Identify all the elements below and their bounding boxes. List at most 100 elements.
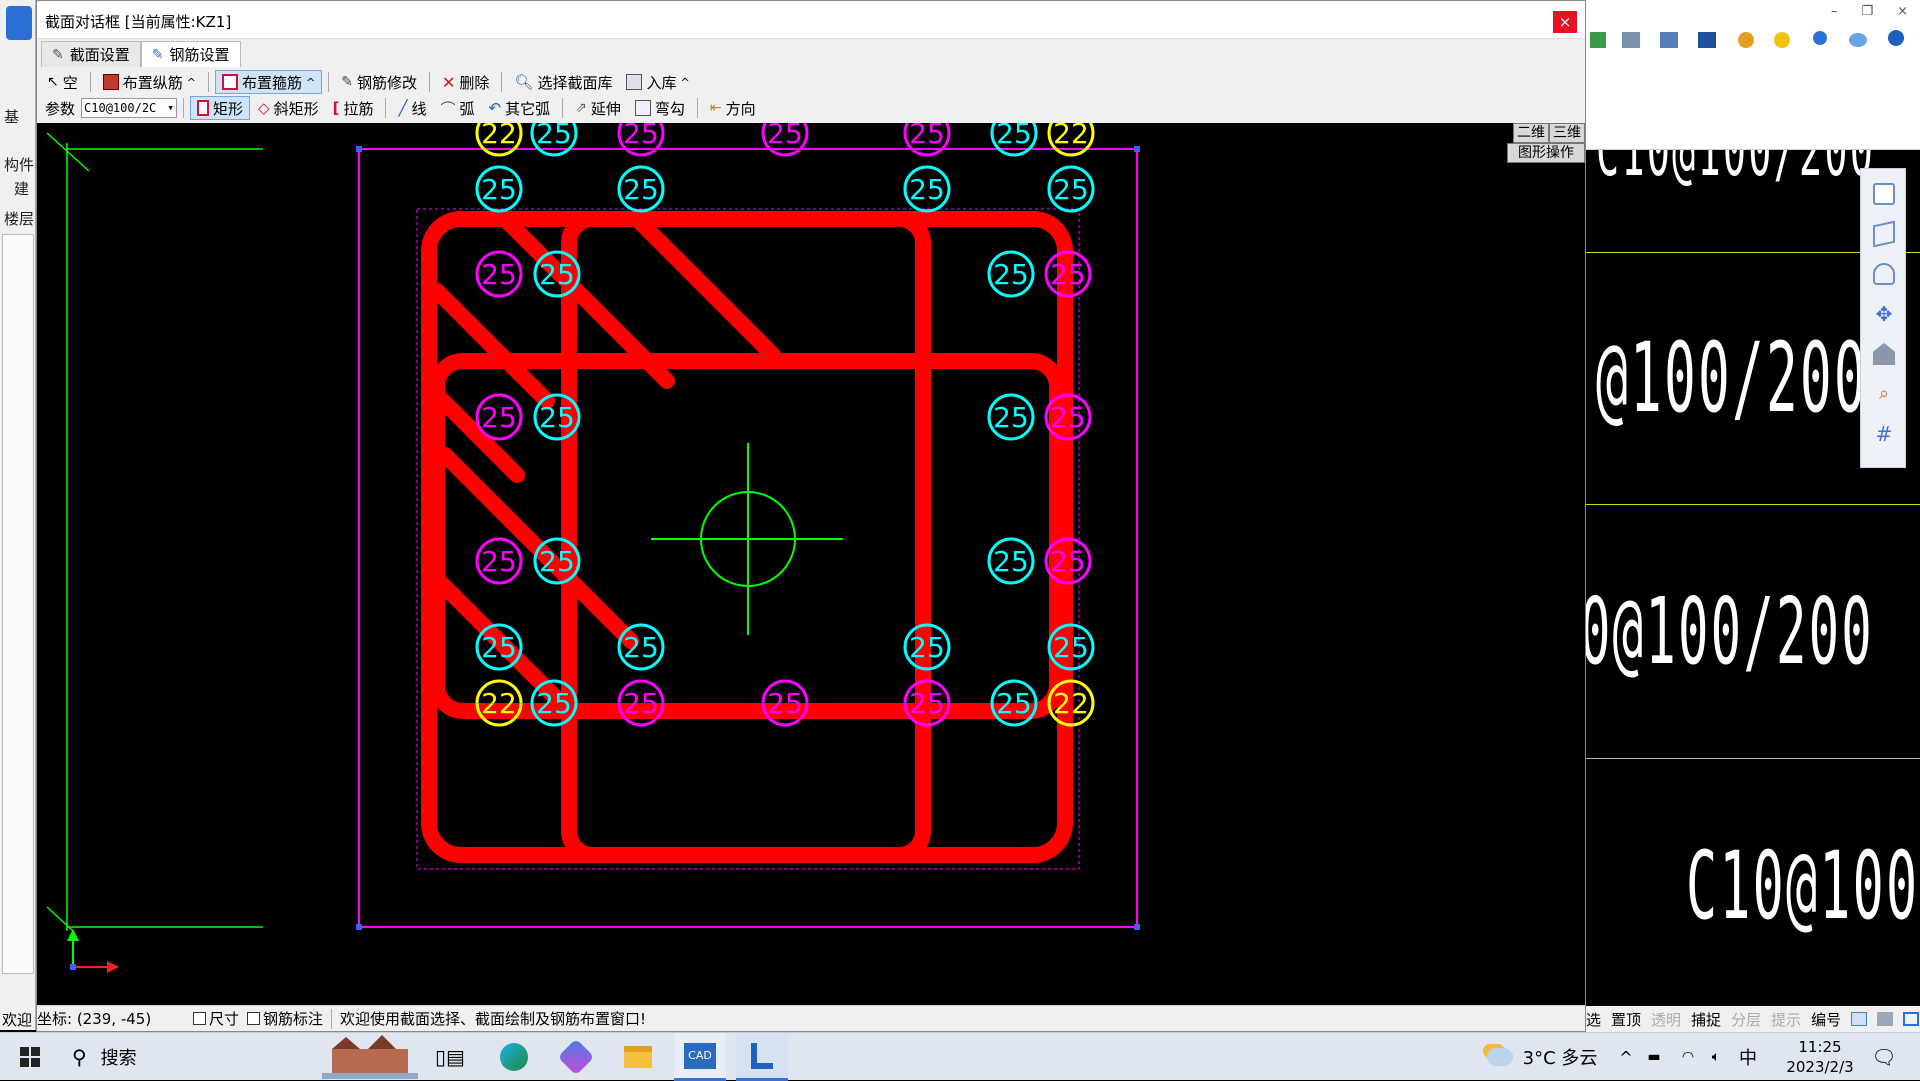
extend-button[interactable]: ⇗ 延伸: [569, 96, 627, 120]
diagonal-rect-button[interactable]: ◇ 斜矩形: [252, 96, 325, 120]
search-highlight-image[interactable]: [320, 1033, 420, 1081]
corner-bar[interactable]: 22: [475, 123, 523, 157]
tab-rebar-settings[interactable]: ✎ 钢筋设置: [140, 41, 241, 67]
line-button[interactable]: ╱ 线: [392, 96, 432, 120]
tab-section-settings[interactable]: ✎ 截面设置: [41, 41, 141, 67]
other-arc-button[interactable]: ↶ 其它弧: [483, 96, 557, 120]
arc-button[interactable]: ⌒ 弧: [435, 96, 481, 120]
rebar-app-icon[interactable]: [736, 1033, 788, 1081]
window-icon[interactable]: [1903, 1012, 1920, 1026]
side-bar[interactable]: 25: [617, 679, 665, 727]
store-library-button[interactable]: 入库 ^: [620, 70, 695, 94]
side-bar[interactable]: 25: [530, 123, 578, 157]
weather-icon[interactable]: [1480, 1033, 1520, 1081]
side-bar[interactable]: 25: [617, 623, 665, 671]
place-stirrup-button[interactable]: 布置箍筋 ^: [214, 70, 323, 94]
corner-bar[interactable]: 22: [1047, 123, 1095, 157]
corner-bar[interactable]: 22: [1047, 679, 1095, 727]
side-bar[interactable]: 25: [1047, 623, 1095, 671]
layer-icon[interactable]: [1873, 263, 1895, 285]
rebar-annotation-checkbox[interactable]: 钢筋标注: [247, 1008, 323, 1029]
status-number[interactable]: 编号: [1811, 1009, 1841, 1030]
battery-icon[interactable]: ▬: [1642, 1033, 1666, 1081]
zoom-icon[interactable]: ⌕: [1873, 383, 1895, 405]
3d-view-button[interactable]: 三维: [1549, 123, 1585, 143]
grid-icon[interactable]: #: [1873, 423, 1895, 445]
print-icon[interactable]: [1877, 1012, 1894, 1026]
wifi-icon[interactable]: ◠: [1676, 1033, 1700, 1081]
status-top[interactable]: 置顶: [1611, 1009, 1641, 1030]
dialog-close-button[interactable]: ×: [1553, 11, 1577, 33]
file-explorer-icon[interactable]: [614, 1033, 662, 1081]
left-tree-panel[interactable]: [2, 234, 34, 974]
copilot-icon[interactable]: [552, 1033, 600, 1081]
chevron-up-icon[interactable]: ^: [1614, 1033, 1638, 1081]
side-bar[interactable]: 25: [1044, 250, 1092, 298]
side-bar[interactable]: 25: [617, 123, 665, 157]
task-view-icon[interactable]: ▯▤: [430, 1033, 470, 1081]
side-bar[interactable]: 25: [475, 250, 523, 298]
side-bar[interactable]: 25: [903, 165, 951, 213]
drawing-canvas[interactable]: 22 25 25 25 25 25 22 25 25 25 25 25 25 25 25 25 25 25 25 25…: [37, 123, 1585, 1005]
graphic-ops-button[interactable]: 图形操作: [1507, 143, 1585, 163]
cube-icon[interactable]: [1873, 220, 1895, 248]
table-icon[interactable]: [1851, 1012, 1868, 1026]
side-bar[interactable]: 25: [761, 123, 809, 157]
side-bar[interactable]: 25: [533, 393, 581, 441]
param-select[interactable]: C10@100/2C: [81, 98, 178, 118]
move-icon[interactable]: ✥: [1873, 303, 1895, 325]
side-bar[interactable]: 25: [987, 250, 1035, 298]
cad-app-icon[interactable]: CAD: [674, 1033, 726, 1081]
taskbar-search[interactable]: ⚲ 搜索: [60, 1033, 260, 1081]
rect-stirrup-button[interactable]: 矩形: [190, 96, 251, 120]
view-box-icon[interactable]: [1873, 183, 1895, 205]
side-bar[interactable]: 25: [761, 679, 809, 727]
empty-button[interactable]: ↖ 空: [41, 70, 84, 94]
house-icon[interactable]: [1873, 343, 1895, 365]
status-select[interactable]: 选: [1586, 1009, 1601, 1030]
status-layer[interactable]: 分层: [1731, 1009, 1761, 1030]
side-bar[interactable]: 25: [475, 537, 523, 585]
dialog-titlebar[interactable]: 截面对话框 [当前属性:KZ1] ×: [37, 1, 1585, 39]
side-bar[interactable]: 25: [617, 165, 665, 213]
side-bar[interactable]: 25: [1044, 537, 1092, 585]
side-bar[interactable]: 25: [533, 250, 581, 298]
clock[interactable]: 11:25 2023/2/3: [1770, 1033, 1870, 1081]
ime-indicator[interactable]: 中: [1736, 1033, 1760, 1081]
side-bar[interactable]: 25: [1047, 165, 1095, 213]
dimension-checkbox[interactable]: 尺寸: [193, 1008, 239, 1029]
side-bar[interactable]: 25: [475, 623, 523, 671]
hook-button[interactable]: 弯勾: [629, 96, 691, 120]
side-bar[interactable]: 25: [475, 165, 523, 213]
notification-icon[interactable]: 🗨︎: [1866, 1033, 1902, 1081]
side-bar[interactable]: 25: [990, 123, 1038, 157]
side-bar[interactable]: 25: [475, 393, 523, 441]
side-bar[interactable]: 25: [533, 537, 581, 585]
edge-icon[interactable]: [490, 1033, 538, 1081]
close-icon[interactable]: ×: [1897, 4, 1908, 19]
place-long-rebar-button[interactable]: 布置纵筋 ^: [97, 70, 202, 94]
status-hint[interactable]: 提示: [1771, 1009, 1801, 1030]
status-snap[interactable]: 捕捉: [1691, 1009, 1721, 1030]
minimize-icon[interactable]: –: [1831, 4, 1838, 19]
side-bar[interactable]: 25: [903, 623, 951, 671]
section-drawing[interactable]: 22 25 25 25 25 25 22 25 25 25 25 25 25 25 25 25 25 25 25 25…: [37, 123, 1585, 1005]
restore-icon[interactable]: ❐: [1861, 4, 1873, 19]
side-bar[interactable]: 25: [990, 679, 1038, 727]
start-button[interactable]: [10, 1033, 50, 1081]
side-bar[interactable]: 25: [987, 393, 1035, 441]
corner-bar[interactable]: 22: [475, 679, 523, 727]
side-bar[interactable]: 25: [530, 679, 578, 727]
modify-rebar-button[interactable]: ✎ 钢筋修改: [335, 70, 423, 94]
side-bar[interactable]: 25: [1044, 393, 1092, 441]
side-bar[interactable]: 25: [987, 537, 1035, 585]
side-bar[interactable]: 25: [903, 123, 951, 157]
tie-bar-button[interactable]: [ 拉筋: [327, 96, 380, 120]
select-section-library-button[interactable]: 🔍︎ 选择截面库: [508, 70, 618, 94]
delete-button[interactable]: ✕ 删除: [436, 70, 495, 94]
2d-view-button[interactable]: 二维: [1513, 123, 1549, 143]
direction-button[interactable]: ⇤ 方向: [704, 96, 762, 120]
volume-icon[interactable]: 🔈︎: [1704, 1033, 1728, 1081]
side-bar[interactable]: 25: [903, 679, 951, 727]
weather-text[interactable]: 3°C 多云: [1520, 1033, 1600, 1081]
